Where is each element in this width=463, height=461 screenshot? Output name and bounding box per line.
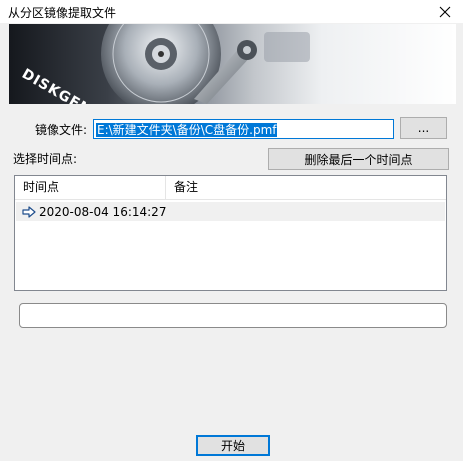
- timepoint-list[interactable]: 时间点 备注 2020-08-04 16:14:27: [14, 175, 447, 291]
- image-file-path-input[interactable]: E:\新建文件夹\备份\C盘备份.pmf: [93, 119, 394, 139]
- close-button[interactable]: [427, 0, 463, 23]
- column-header-time[interactable]: 时间点: [15, 176, 166, 199]
- browse-button[interactable]: ...: [400, 117, 447, 139]
- column-header-note[interactable]: 备注: [166, 176, 446, 199]
- timepoint-time: 2020-08-04 16:14:27: [39, 204, 167, 219]
- list-item[interactable]: 2020-08-04 16:14:27: [16, 202, 445, 221]
- close-icon: [439, 6, 451, 17]
- select-timepoint-label: 选择时间点:: [13, 152, 78, 166]
- title-bar: 从分区镜像提取文件: [0, 0, 463, 23]
- image-file-path-value: E:\新建文件夹\备份\C盘备份.pmf: [96, 123, 278, 137]
- hard-disk-image: [101, 24, 310, 104]
- header-banner: DISKGENIUS: [9, 24, 456, 104]
- arrow-right-icon: [22, 205, 36, 218]
- window-title: 从分区镜像提取文件: [8, 6, 117, 20]
- delete-last-timepoint-button[interactable]: 删除最后一个时间点: [268, 148, 449, 170]
- progress-bar: [19, 303, 447, 328]
- start-button[interactable]: 开始: [196, 435, 270, 456]
- image-file-label: 镜像文件:: [35, 123, 88, 137]
- list-header: 时间点 备注: [15, 176, 446, 200]
